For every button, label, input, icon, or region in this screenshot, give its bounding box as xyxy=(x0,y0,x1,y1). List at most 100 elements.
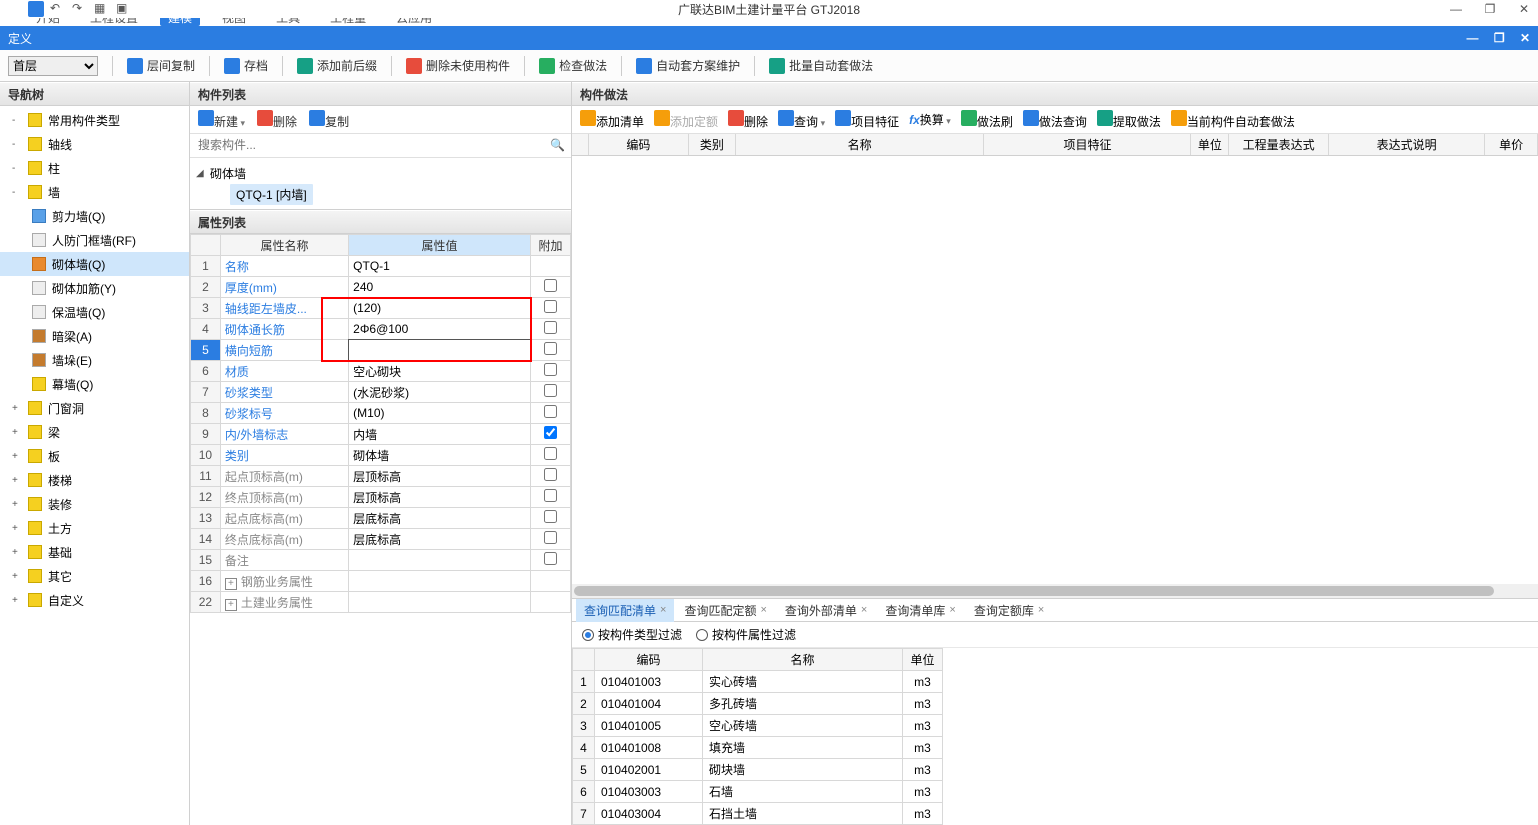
nav-item[interactable]: +土方 xyxy=(0,516,189,540)
minimize-inner-button[interactable]: — xyxy=(1466,31,1478,45)
query-tab[interactable]: 查询匹配清单× xyxy=(576,599,674,622)
grid-column-header[interactable]: 项目特征 xyxy=(984,134,1191,155)
attach-checkbox[interactable] xyxy=(544,531,557,544)
method-toolbar-button[interactable]: 做法刷 xyxy=(961,110,1013,130)
prop-value[interactable]: 层底标高 xyxy=(349,529,531,550)
nav-item[interactable]: +楼梯 xyxy=(0,468,189,492)
property-row[interactable]: 7砂浆类型(水泥砂浆) xyxy=(191,382,571,403)
nav-item[interactable]: -墙 xyxy=(0,180,189,204)
expand-icon[interactable]: + xyxy=(12,523,22,534)
attach-checkbox[interactable] xyxy=(544,342,557,355)
toolbar-button[interactable]: 检查做法 xyxy=(539,57,607,74)
query-row[interactable]: 7010403004石挡土墙m3 xyxy=(573,803,943,825)
nav-item[interactable]: -常用构件类型 xyxy=(0,108,189,132)
grid-column-header[interactable]: 类别 xyxy=(689,134,736,155)
property-grid[interactable]: 属性名称 属性值 附加 1名称QTQ-12厚度(mm)2403轴线距左墙皮...… xyxy=(190,234,571,825)
property-row[interactable]: 5横向短筋 xyxy=(191,340,571,361)
nav-item[interactable]: 暗梁(A) xyxy=(0,324,189,348)
minimize-button[interactable]: — xyxy=(1444,2,1468,16)
property-row[interactable]: 22+土建业务属性 xyxy=(191,592,571,613)
collapse-icon[interactable]: ◢ xyxy=(196,168,206,179)
query-tab[interactable]: 查询外部清单× xyxy=(777,599,875,622)
toolbar-button[interactable]: 层间复制 xyxy=(127,57,195,74)
attach-checkbox[interactable] xyxy=(544,321,557,334)
toolbar-button[interactable]: 批量自动套做法 xyxy=(769,57,873,74)
method-toolbar-button[interactable]: 删除 xyxy=(728,110,768,130)
expand-icon[interactable]: + xyxy=(12,499,22,510)
nav-item[interactable]: -轴线 xyxy=(0,132,189,156)
maximize-button[interactable]: ❐ xyxy=(1478,2,1502,16)
property-row[interactable]: 11起点顶标高(m)层顶标高 xyxy=(191,466,571,487)
query-grid[interactable]: 编码 名称 单位 1010401003实心砖墙m32010401004多孔砖墙m… xyxy=(572,648,1538,825)
method-toolbar-button[interactable]: 项目特征 xyxy=(835,110,899,130)
prop-value[interactable] xyxy=(349,571,531,592)
search-box[interactable]: 🔍 xyxy=(190,134,571,158)
prop-value[interactable] xyxy=(349,550,531,571)
prop-value[interactable]: 内墙 xyxy=(349,424,531,445)
grid-column-header[interactable]: 名称 xyxy=(736,134,984,155)
attach-checkbox[interactable] xyxy=(544,447,557,460)
redo-icon[interactable]: ↷ xyxy=(72,1,88,17)
expand-icon[interactable]: - xyxy=(12,115,22,126)
nav-item[interactable]: 砌体墙(Q) xyxy=(0,252,189,276)
method-toolbar-button[interactable]: 添加清单 xyxy=(580,110,644,130)
close-icon[interactable]: × xyxy=(861,604,867,616)
query-tab[interactable]: 查询匹配定额× xyxy=(676,599,774,622)
nav-item[interactable]: 人防门框墙(RF) xyxy=(0,228,189,252)
nav-item[interactable]: 保温墙(Q) xyxy=(0,300,189,324)
property-row[interactable]: 14终点底标高(m)层底标高 xyxy=(191,529,571,550)
property-row[interactable]: 16+钢筋业务属性 xyxy=(191,571,571,592)
nav-item[interactable]: +板 xyxy=(0,444,189,468)
method-toolbar-button[interactable]: 当前构件自动套做法 xyxy=(1171,110,1295,130)
expand-icon[interactable]: + xyxy=(12,403,22,414)
nav-item[interactable]: 墙垛(E) xyxy=(0,348,189,372)
grid-column-header[interactable]: 单价 xyxy=(1485,134,1538,155)
property-row[interactable]: 10类别砌体墙 xyxy=(191,445,571,466)
attach-checkbox[interactable] xyxy=(544,489,557,502)
close-inner-button[interactable]: ✕ xyxy=(1520,31,1530,45)
property-row[interactable]: 6材质空心砌块 xyxy=(191,361,571,382)
toolbar-button[interactable]: 存档 xyxy=(224,57,268,74)
expand-icon[interactable]: - xyxy=(12,139,22,150)
prop-value[interactable]: QTQ-1 xyxy=(349,256,531,277)
expand-icon[interactable]: + xyxy=(12,475,22,486)
expand-icon[interactable]: + xyxy=(12,595,22,606)
nav-item[interactable]: 剪力墙(Q) xyxy=(0,204,189,228)
floor-select[interactable]: 首层 xyxy=(8,56,98,76)
expand-icon[interactable]: + xyxy=(12,547,22,558)
prop-value[interactable] xyxy=(349,340,531,361)
qat-icon[interactable]: ▣ xyxy=(116,1,132,17)
attach-checkbox[interactable] xyxy=(544,300,557,313)
nav-item[interactable]: +装修 xyxy=(0,492,189,516)
attach-checkbox[interactable] xyxy=(544,384,557,397)
close-icon[interactable]: × xyxy=(760,604,766,616)
property-row[interactable]: 13起点底标高(m)层底标高 xyxy=(191,508,571,529)
delete-button[interactable]: 删除 xyxy=(257,110,297,130)
nav-tree[interactable]: -常用构件类型-轴线-柱-墙剪力墙(Q)人防门框墙(RF)砌体墙(Q)砌体加筋(… xyxy=(0,106,189,825)
nav-item[interactable]: -柱 xyxy=(0,156,189,180)
prop-value[interactable]: 层顶标高 xyxy=(349,466,531,487)
property-row[interactable]: 12终点顶标高(m)层顶标高 xyxy=(191,487,571,508)
component-tree[interactable]: ◢砌体墙 QTQ-1 [内墙] xyxy=(190,158,571,209)
expand-icon[interactable]: + xyxy=(12,451,22,462)
expand-icon[interactable]: - xyxy=(12,187,22,198)
undo-icon[interactable]: ↶ xyxy=(50,1,66,17)
query-tab[interactable]: 查询定额库× xyxy=(966,599,1052,622)
attach-checkbox[interactable] xyxy=(544,552,557,565)
prop-value[interactable]: 砌体墙 xyxy=(349,445,531,466)
toolbar-button[interactable]: 自动套方案维护 xyxy=(636,57,740,74)
filter-by-type[interactable]: 按构件类型过滤 xyxy=(582,626,682,643)
toolbar-button[interactable]: 添加前后缀 xyxy=(297,57,377,74)
prop-value[interactable] xyxy=(349,592,531,613)
prop-value[interactable]: (水泥砂浆) xyxy=(349,382,531,403)
query-row[interactable]: 2010401004多孔砖墙m3 xyxy=(573,693,943,715)
prop-value[interactable]: 2Φ6@100 xyxy=(349,319,531,340)
property-row[interactable]: 9内/外墙标志内墙 xyxy=(191,424,571,445)
search-input[interactable] xyxy=(190,134,571,156)
property-row[interactable]: 4砌体通长筋2Φ6@100 xyxy=(191,319,571,340)
copy-button[interactable]: 复制 xyxy=(309,110,349,130)
prop-value[interactable]: 层底标高 xyxy=(349,508,531,529)
qat-icon[interactable]: ▦ xyxy=(94,1,110,17)
property-row[interactable]: 8砂浆标号(M10) xyxy=(191,403,571,424)
attach-checkbox[interactable] xyxy=(544,405,557,418)
